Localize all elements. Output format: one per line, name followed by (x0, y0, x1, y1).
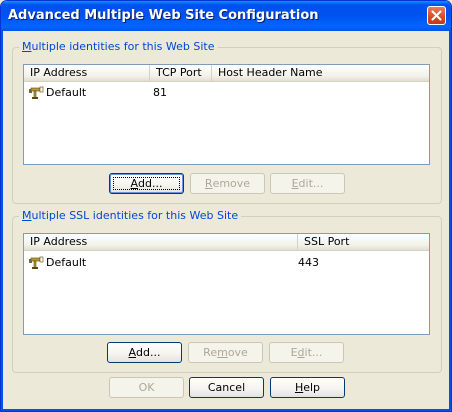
identity-ip-cell: Default (46, 86, 87, 99)
ok-button[interactable]: OK (109, 377, 184, 398)
help-label: elp (303, 381, 321, 394)
remove-label: emove (212, 177, 251, 190)
identities-list-header: IP Address TCP Port Host Header Name (24, 65, 429, 82)
column-header-host-header-name[interactable]: Host Header Name (212, 65, 429, 81)
ssl-identities-group-title: Multiple SSL identities for this Web Sit… (19, 209, 242, 222)
edit-accel-key: d (297, 346, 305, 359)
column-header-ssl-port[interactable]: SSL Port (298, 234, 429, 250)
edit-label: dit... (298, 177, 324, 190)
ssl-identities-list-row[interactable]: Default 443 (24, 254, 429, 271)
close-x-icon (431, 10, 442, 21)
focus-indicator (113, 177, 180, 190)
add-label: dd... (136, 346, 161, 359)
ssl-identities-list[interactable]: IP Address SSL Port Default 443 (23, 233, 430, 335)
column-header-tcp-port[interactable]: TCP Port (150, 65, 212, 81)
identities-group-title: Multiple identities for this Web Site (19, 40, 218, 53)
cancel-label: Cancel (207, 381, 246, 394)
ssl-remove-button[interactable]: Re m ove (188, 342, 263, 363)
edit-label-pre: E (290, 346, 298, 359)
window-title: Advanced Multiple Web Site Configuration (8, 8, 319, 23)
help-button[interactable]: Help (270, 377, 345, 398)
network-node-icon (29, 256, 44, 269)
edit-label: it... (304, 346, 323, 359)
ssl-identity-ip-cell: Default (46, 256, 87, 269)
identity-port-cell: 81 (153, 86, 167, 99)
window-frame-left (1, 31, 3, 411)
ok-label: OK (138, 381, 155, 394)
ssl-identities-list-header: IP Address SSL Port (24, 234, 429, 251)
title-bar[interactable]: Advanced Multiple Web Site Configuration (1, 1, 451, 31)
column-header-ip-address[interactable]: IP Address (24, 65, 150, 81)
remove-accel-key: m (217, 346, 228, 359)
edit-accel-key: E (291, 177, 299, 190)
identities-edit-button[interactable]: Edit... (270, 173, 345, 194)
identities-remove-button[interactable]: Remove (190, 173, 265, 194)
ssl-edit-button[interactable]: Ed it... (269, 342, 344, 363)
identities-list[interactable]: IP Address TCP Port Host Header Name Def… (23, 64, 430, 165)
remove-label: ove (227, 346, 248, 359)
ssl-identity-port-cell: 443 (298, 256, 319, 269)
window-frame-bottom (1, 409, 451, 411)
help-accel-key: H (294, 381, 304, 394)
dialog-window: Advanced Multiple Web Site Configuration… (0, 0, 452, 412)
add-accel-key: A (128, 346, 137, 359)
close-button[interactable] (427, 6, 446, 25)
identities-list-row[interactable]: Default 81 (24, 84, 429, 101)
window-frame-right (449, 31, 451, 411)
column-header-ip-address[interactable]: IP Address (24, 234, 298, 250)
cancel-button[interactable]: Cancel (189, 377, 264, 398)
identities-add-button[interactable]: Add... (109, 173, 184, 194)
network-node-icon (29, 86, 44, 99)
ssl-add-button[interactable]: Add... (107, 342, 182, 363)
remove-accel-key: R (204, 177, 213, 190)
remove-label-pre: Re (203, 346, 218, 359)
